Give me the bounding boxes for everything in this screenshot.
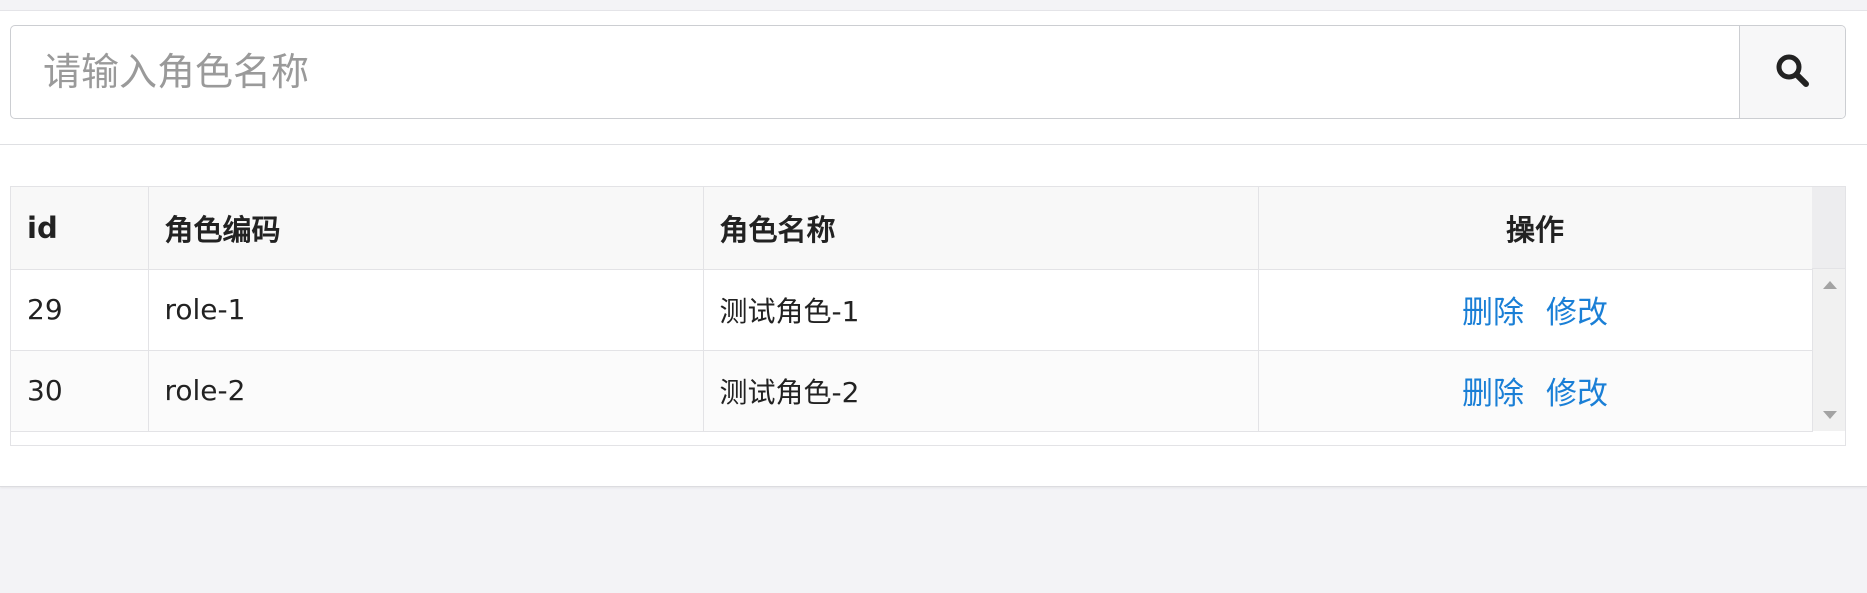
column-header-role-code: 角色编码 [148,187,704,270]
delete-link[interactable]: 删除 [1462,295,1524,331]
cell-id: 30 [11,350,149,432]
search-button[interactable] [1739,26,1845,118]
search-icon [1775,53,1811,92]
table-row: 30 role-2 测试角色-2 删除 修改 [11,350,1813,432]
table-header-row: id 角色编码 角色名称 操作 [11,187,1813,270]
column-header-actions: 操作 [1258,187,1813,270]
section-divider [0,144,1867,145]
roles-table: id 角色编码 角色名称 操作 29 role-1 测试角色-1 删除 修改 30… [11,187,1813,432]
search-bar [10,25,1846,119]
column-header-id: id [11,187,149,270]
scroll-up-arrow-icon[interactable] [1823,281,1837,289]
vertical-scrollbar[interactable] [1812,269,1845,431]
search-input[interactable] [11,26,1739,118]
cell-role-code: role-2 [148,350,704,432]
cell-role-name: 测试角色-1 [703,269,1259,351]
cell-actions: 删除 修改 [1258,269,1813,351]
cell-id: 29 [11,269,149,351]
edit-link[interactable]: 修改 [1546,295,1608,331]
top-strip [0,0,1867,11]
scrollbar-header-corner [1812,187,1845,269]
column-header-role-name: 角色名称 [703,187,1259,270]
edit-link[interactable]: 修改 [1546,376,1608,412]
cell-actions: 删除 修改 [1258,350,1813,432]
delete-link[interactable]: 删除 [1462,376,1524,412]
roles-table-container: id 角色编码 角色名称 操作 29 role-1 测试角色-1 删除 修改 30… [10,186,1846,446]
table-row: 29 role-1 测试角色-1 删除 修改 [11,269,1813,351]
cell-role-code: role-1 [148,269,704,351]
cell-role-name: 测试角色-2 [703,350,1259,432]
scroll-down-arrow-icon[interactable] [1823,411,1837,419]
